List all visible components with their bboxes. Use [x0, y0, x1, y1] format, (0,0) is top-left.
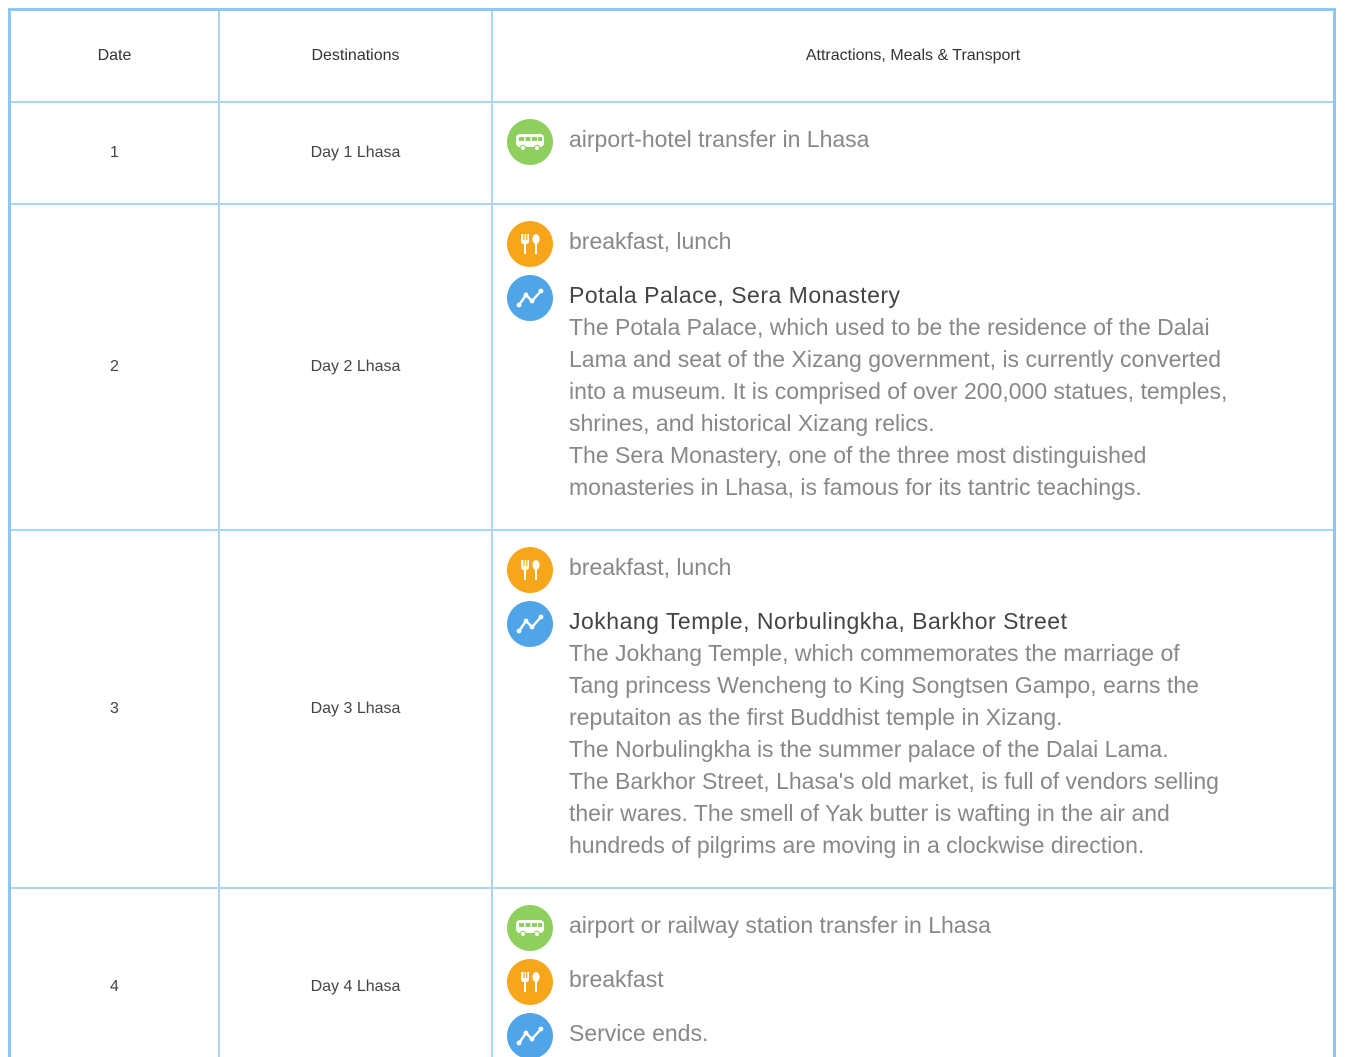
attractions-title: Jokhang Temple, Norbulingkha, Barkhor St…	[569, 608, 1068, 634]
header-destinations: Destinations	[218, 11, 493, 103]
attractions-description: The Jokhang Temple, which commemorates t…	[569, 640, 1219, 858]
transport-item: airport-hotel transfer in Lhasa	[507, 119, 1313, 165]
table-row: 2 Day 2 Lhasa breakfast, lunch Potala Pa…	[11, 203, 1333, 531]
destination-cell: Day 3 Lhasa	[218, 529, 493, 889]
date-cell: 4	[11, 887, 220, 1057]
details-cell: airport-hotel transfer in Lhasa	[491, 101, 1333, 205]
destination-cell: Day 2 Lhasa	[218, 203, 493, 531]
fork-spoon-icon	[507, 547, 553, 593]
bus-icon	[507, 119, 553, 165]
fork-spoon-icon	[507, 221, 553, 267]
date-cell: 2	[11, 203, 220, 531]
table-row: 4 Day 4 Lhasa airport or railway station…	[11, 887, 1333, 1057]
meals-item: breakfast, lunch	[507, 547, 1313, 593]
attractions-description: The Potala Palace, which used to be the …	[569, 314, 1228, 500]
date-cell: 3	[11, 529, 220, 889]
meals-text: breakfast, lunch	[569, 228, 732, 254]
header-details: Attractions, Meals & Transport	[491, 11, 1333, 103]
table-row: 3 Day 3 Lhasa breakfast, lunch Jokhang T…	[11, 529, 1333, 889]
route-icon	[507, 1013, 553, 1057]
details-cell: breakfast, lunch	[491, 529, 1333, 889]
transport-text: airport or railway station transfer in L…	[569, 912, 991, 938]
attractions-title: Potala Palace, Sera Monastery	[569, 282, 901, 308]
transport-item: airport or railway station transfer in L…	[507, 905, 1313, 951]
meals-item: breakfast	[507, 959, 1313, 1005]
transport-text: airport-hotel transfer in Lhasa	[569, 126, 870, 152]
table-header-row: Date Destinations Attractions, Meals & T…	[11, 11, 1333, 103]
fork-spoon-icon	[507, 959, 553, 1005]
attractions-item: Potala Palace, Sera Monastery The Potala…	[507, 275, 1313, 503]
itinerary-table: Date Destinations Attractions, Meals & T…	[11, 11, 1333, 1057]
meals-text: breakfast	[569, 966, 664, 992]
header-date: Date	[11, 11, 220, 103]
details-cell: airport or railway station transfer in L…	[491, 887, 1333, 1057]
activity-text: Service ends.	[569, 1020, 709, 1046]
bus-icon	[507, 905, 553, 951]
activity-item: Service ends.	[507, 1013, 1313, 1057]
destination-cell: Day 4 Lhasa	[218, 887, 493, 1057]
date-cell: 1	[11, 101, 220, 205]
table-row: 1 Day 1 Lhasa airport-hotel transfer in …	[11, 101, 1333, 205]
route-icon	[507, 275, 553, 321]
destination-cell: Day 1 Lhasa	[218, 101, 493, 205]
details-cell: breakfast, lunch	[491, 203, 1333, 531]
meals-text: breakfast, lunch	[569, 554, 732, 580]
route-icon	[507, 601, 553, 647]
attractions-item: Jokhang Temple, Norbulingkha, Barkhor St…	[507, 601, 1313, 861]
meals-item: breakfast, lunch	[507, 221, 1313, 267]
itinerary-frame: Date Destinations Attractions, Meals & T…	[8, 8, 1336, 1057]
